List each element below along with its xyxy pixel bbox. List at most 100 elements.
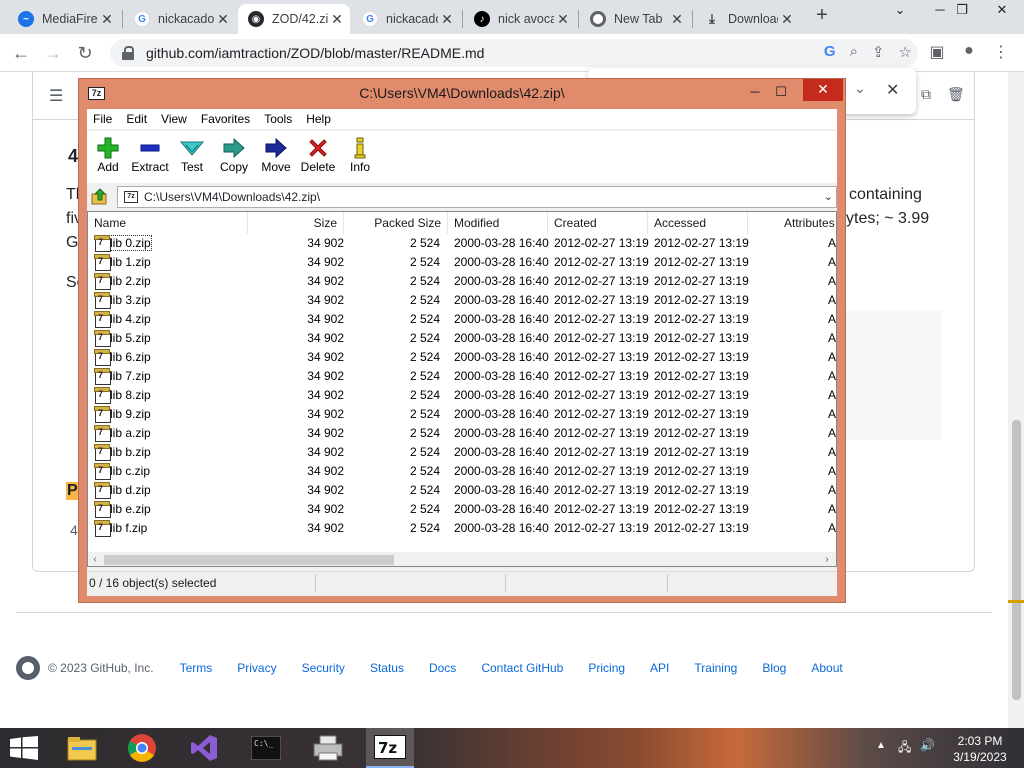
tab-search-chevron-icon[interactable]: ⌄ [880, 0, 920, 24]
add-button[interactable]: Add [87, 131, 129, 183]
scroll-left-icon[interactable]: ‹ [88, 552, 102, 566]
footer-link-contact[interactable]: Contact GitHub [481, 661, 563, 675]
info-button[interactable]: Info [339, 131, 381, 183]
tray-chevron-up-icon[interactable]: ▲ [876, 740, 886, 751]
copy-button[interactable]: Copy [213, 131, 255, 183]
tab-close-icon[interactable]: ✕ [554, 11, 572, 28]
file-row[interactable]: lib 0.zip 34 902 2 524 2000-03-28 16:40 2012… [88, 234, 836, 253]
back-arrow-icon[interactable]: ← [10, 42, 32, 64]
column-header-accessed[interactable]: Accessed [648, 212, 748, 234]
move-button[interactable]: Move [255, 131, 297, 183]
bookmark-star-icon[interactable]: ☆ [899, 43, 912, 61]
file-explorer-icon[interactable] [58, 728, 106, 768]
footer-link-terms[interactable]: Terms [180, 661, 213, 675]
windows-start-icon[interactable] [10, 736, 38, 760]
new-tab-button[interactable]: + [810, 4, 834, 27]
menu-file[interactable]: File [87, 109, 120, 129]
google-lens-icon[interactable]: G [824, 43, 836, 61]
restore-window-icon[interactable]: ❐ [942, 0, 982, 24]
footer-link-docs[interactable]: Docs [429, 661, 456, 675]
path-combobox[interactable]: 7z C:\Users\VM4\Downloads\42.zip\ ⌄ [117, 186, 837, 208]
file-row[interactable]: lib 4.zip 34 902 2 524 2000-03-28 16:40 2012… [88, 310, 836, 329]
horizontal-scrollbar[interactable]: ‹ › [88, 552, 836, 566]
menu-view[interactable]: View [155, 109, 195, 129]
tab-close-icon[interactable]: ✕ [438, 11, 456, 28]
file-row[interactable]: lib 2.zip 34 902 2 524 2000-03-28 16:40 2012… [88, 272, 836, 291]
file-row[interactable]: lib b.zip 34 902 2 524 2000-03-28 16:40 2012… [88, 443, 836, 462]
minimize-icon[interactable]: ─ [741, 82, 769, 104]
maximize-icon[interactable]: ☐ [767, 82, 795, 104]
copy-raw-icon[interactable]: ⧉ [921, 86, 931, 103]
delete-file-icon[interactable]: 🗑 [947, 86, 965, 103]
menu-help[interactable]: Help [300, 109, 339, 129]
column-header-modified[interactable]: Modified [448, 212, 548, 234]
network-icon[interactable]: 🖧 [898, 738, 911, 759]
reload-icon[interactable]: ↻ [74, 42, 96, 64]
folder-up-icon[interactable] [91, 188, 109, 206]
profile-avatar-icon[interactable]: ● [958, 42, 980, 60]
close-icon[interactable]: ✕ [886, 80, 899, 100]
cmd-icon[interactable]: C:\_ [242, 728, 290, 768]
page-scrollbar[interactable] [1008, 72, 1024, 728]
column-header-packed-size[interactable]: Packed Size [344, 212, 448, 234]
test-button[interactable]: Test [171, 131, 213, 183]
scrollbar-thumb[interactable] [1012, 420, 1021, 700]
side-panel-icon[interactable]: ▣ [926, 42, 948, 62]
chrome-icon[interactable] [118, 728, 166, 768]
footer-link-blog[interactable]: Blog [762, 661, 786, 675]
file-row[interactable]: lib 1.zip 34 902 2 524 2000-03-28 16:40 2012… [88, 253, 836, 272]
tab-close-icon[interactable]: ✕ [214, 11, 232, 28]
address-bar[interactable]: github.com/iamtraction/ZOD/blob/master/R… [110, 39, 918, 67]
horizontal-scroll-thumb[interactable] [104, 555, 394, 565]
footer-link-status[interactable]: Status [370, 661, 404, 675]
browser-tab-zod[interactable]: ◉ ZOD/42.zip ✕ [238, 4, 350, 34]
file-row[interactable]: lib 3.zip 34 902 2 524 2000-03-28 16:40 2012… [88, 291, 836, 310]
column-header-name[interactable]: Name [88, 212, 248, 234]
file-row[interactable]: lib 8.zip 34 902 2 524 2000-03-28 16:40 2012… [88, 386, 836, 405]
share-icon[interactable]: ⇪ [872, 43, 885, 61]
browser-menu-icon[interactable]: ⋮ [990, 42, 1012, 62]
system-clock[interactable]: 2:03 PM 3/19/2023 [940, 733, 1020, 765]
browser-tab-downloads[interactable]: ⤓ Downloads ✕ [694, 4, 800, 34]
column-header-size[interactable]: Size [248, 212, 344, 234]
sevenzip-titlebar[interactable]: 7z C:\Users\VM4\Downloads\42.zip\ ─ ☐ ✕ [79, 79, 845, 109]
menu-favorites[interactable]: Favorites [195, 109, 258, 129]
column-header-attributes[interactable]: Attributes [748, 212, 836, 234]
menu-edit[interactable]: Edit [120, 109, 155, 129]
file-row[interactable]: lib 6.zip 34 902 2 524 2000-03-28 16:40 2012… [88, 348, 836, 367]
footer-link-training[interactable]: Training [694, 661, 737, 675]
tab-close-icon[interactable]: ✕ [98, 11, 116, 28]
outline-list-icon[interactable]: ☰ [49, 86, 63, 106]
browser-tab-mediafire[interactable]: ~ MediaFire ✕ [8, 4, 120, 34]
close-window-icon[interactable]: ✕ [982, 0, 1022, 24]
file-row[interactable]: lib f.zip 34 902 2 524 2000-03-28 16:40 2012… [88, 519, 836, 538]
menu-tools[interactable]: Tools [258, 109, 300, 129]
browser-tab-tiktok[interactable]: ♪ nick avoca ✕ [464, 4, 576, 34]
chevron-down-icon[interactable]: ⌄ [854, 80, 866, 97]
close-icon[interactable]: ✕ [803, 79, 843, 101]
file-row[interactable]: lib d.zip 34 902 2 524 2000-03-28 16:40 2012… [88, 481, 836, 500]
file-list[interactable]: Name Size Packed Size Modified Created A… [87, 211, 837, 567]
chevron-down-icon[interactable]: ⌄ [824, 187, 833, 207]
search-page-icon[interactable]: ⌕ [850, 43, 858, 61]
tab-close-icon[interactable]: ✕ [778, 11, 796, 28]
file-row[interactable]: lib a.zip 34 902 2 524 2000-03-28 16:40 2012… [88, 424, 836, 443]
file-row[interactable]: lib 5.zip 34 902 2 524 2000-03-28 16:40 2012… [88, 329, 836, 348]
browser-tab-new-tab[interactable]: New Tab ✕ [580, 4, 690, 34]
visual-studio-icon[interactable] [180, 728, 228, 768]
tab-close-icon[interactable]: ✕ [668, 11, 686, 28]
delete-button[interactable]: Delete [297, 131, 339, 183]
volume-icon[interactable]: 🔊 [920, 738, 935, 752]
7zip-taskbar-icon[interactable]: 7z [366, 728, 414, 768]
github-logo-icon[interactable] [16, 656, 40, 680]
scroll-right-icon[interactable]: › [820, 552, 834, 566]
column-header-created[interactable]: Created [548, 212, 648, 234]
footer-link-privacy[interactable]: Privacy [237, 661, 276, 675]
footer-link-pricing[interactable]: Pricing [588, 661, 625, 675]
footer-link-security[interactable]: Security [302, 661, 345, 675]
file-row[interactable]: lib c.zip 34 902 2 524 2000-03-28 16:40 2012… [88, 462, 836, 481]
footer-link-api[interactable]: API [650, 661, 669, 675]
browser-tab-google-2[interactable]: G nickacado ✕ [352, 4, 460, 34]
forward-arrow-icon[interactable]: → [42, 42, 64, 64]
file-row[interactable]: lib e.zip 34 902 2 524 2000-03-28 16:40 2012… [88, 500, 836, 519]
